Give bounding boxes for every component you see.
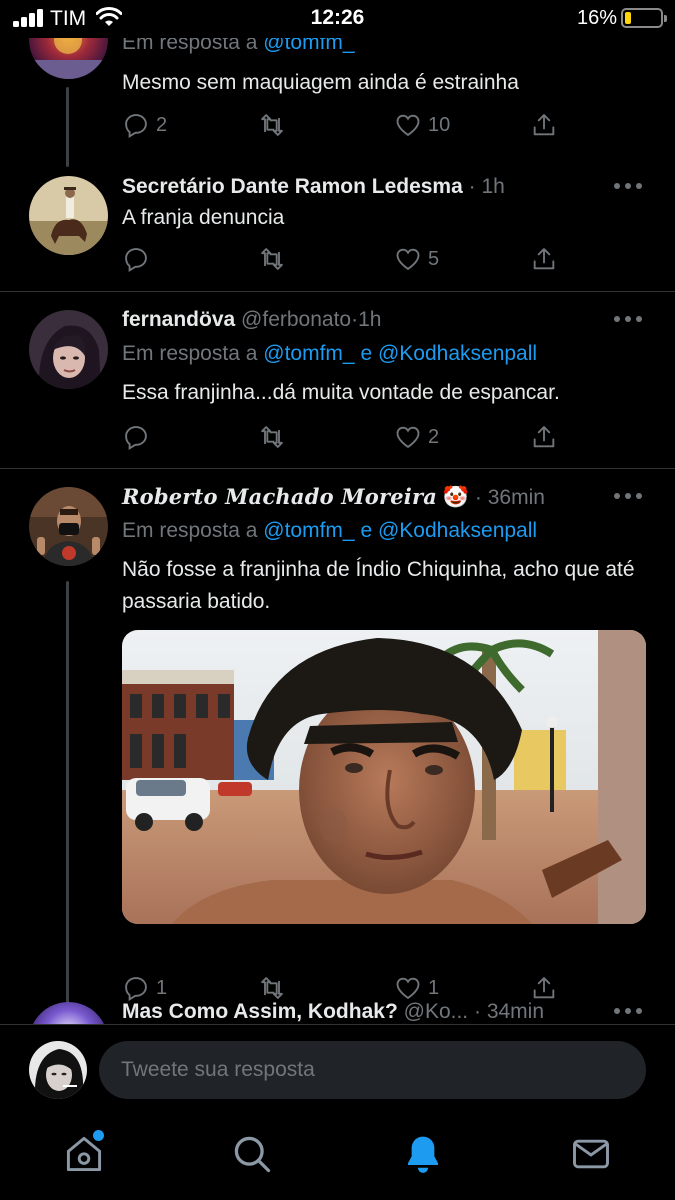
avatar[interactable] bbox=[29, 176, 108, 255]
thread-line bbox=[66, 581, 69, 1024]
new-tweets-indicator bbox=[93, 1130, 104, 1141]
notifications-icon bbox=[407, 1136, 439, 1173]
like-button[interactable]: 5 bbox=[394, 242, 439, 276]
display-name[interactable]: fernandöva bbox=[122, 308, 235, 331]
more-options-icon[interactable] bbox=[614, 493, 642, 501]
more-options-icon[interactable] bbox=[614, 316, 642, 324]
tweet[interactable]: Roberto Machado Moreira 🤡 · 36min Em res… bbox=[0, 469, 675, 1024]
mention-link[interactable]: @tomfm_ bbox=[263, 519, 354, 542]
like-count: 10 bbox=[428, 113, 451, 136]
avatar[interactable] bbox=[29, 487, 108, 566]
tweet[interactable]: Em resposta a @tomfm_ Mesmo sem maquiage… bbox=[0, 38, 675, 167]
retweet-icon bbox=[261, 248, 283, 270]
clown-emoji: 🤡 bbox=[442, 486, 470, 509]
more-options-icon[interactable] bbox=[614, 183, 642, 191]
like-count: 2 bbox=[428, 425, 440, 448]
reply-icon bbox=[125, 248, 147, 272]
reply-button[interactable] bbox=[122, 242, 156, 276]
share-icon bbox=[533, 248, 555, 270]
bottom-tab-bar bbox=[0, 1114, 675, 1200]
tweet-text: Não fosse a franjinha de Índio Chiquinha… bbox=[122, 558, 635, 613]
user-handle[interactable]: @ferbonato bbox=[241, 308, 351, 331]
tweet[interactable]: Mas Como Assim, Kodhak? @Ko... · 34min bbox=[0, 989, 675, 1024]
avatar[interactable] bbox=[29, 310, 108, 389]
share-icon bbox=[533, 114, 555, 136]
tweet-actions: 2 bbox=[122, 420, 572, 454]
tweet-text: A franja denuncia bbox=[122, 206, 285, 229]
reply-context: Em resposta a @tomfm_ e @Kodhaksenpall bbox=[122, 519, 538, 542]
reply-context: Em resposta a @tomfm_ bbox=[122, 38, 665, 58]
display-name[interactable]: Secretário Dante Ramon Ledesma bbox=[122, 175, 463, 198]
reply-button[interactable]: 2 bbox=[122, 108, 167, 142]
heart-icon bbox=[396, 426, 420, 449]
share-button[interactable] bbox=[530, 108, 558, 142]
battery-percentage: 16% bbox=[576, 7, 617, 29]
share-icon bbox=[533, 426, 555, 448]
tweet-header: Secretário Dante Ramon Ledesma · 1h bbox=[122, 175, 505, 198]
messages-icon bbox=[573, 1139, 609, 1169]
battery-icon bbox=[621, 8, 667, 28]
my-avatar[interactable] bbox=[29, 1041, 87, 1099]
tweet-text: Essa franjinha...dá muita vontade de esp… bbox=[122, 381, 560, 404]
tweet-header: fernandöva @ferbonato·1h bbox=[122, 308, 382, 331]
share-button[interactable] bbox=[530, 420, 558, 454]
mention-link[interactable]: @tomfm_ bbox=[263, 38, 354, 54]
tab-messages[interactable] bbox=[569, 1132, 613, 1176]
tweet-time: 1h bbox=[481, 175, 505, 198]
tab-notifications[interactable] bbox=[401, 1132, 445, 1176]
like-button[interactable]: 10 bbox=[394, 108, 450, 142]
more-options-icon[interactable] bbox=[614, 1008, 642, 1016]
tweet-header: Roberto Machado Moreira 🤡 · 36min bbox=[122, 484, 545, 509]
retweet-button[interactable] bbox=[258, 108, 292, 142]
tweet-media-photo[interactable] bbox=[122, 630, 646, 924]
tweet-header: Mas Como Assim, Kodhak? @Ko... · 34min bbox=[122, 1000, 545, 1023]
retweet-button[interactable] bbox=[258, 420, 292, 454]
reply-button[interactable] bbox=[122, 420, 156, 454]
display-name[interactable]: Mas Como Assim, Kodhak? bbox=[122, 1000, 398, 1023]
mention-link[interactable]: @Kodhaksenpall bbox=[378, 519, 537, 542]
share-button[interactable] bbox=[530, 242, 558, 276]
tweet-text: Mesmo sem maquiagem ainda é estrainha bbox=[122, 71, 519, 94]
mention-link[interactable]: @Kodhaksenpall bbox=[378, 342, 537, 365]
mention-link[interactable]: @tomfm_ bbox=[263, 342, 354, 365]
avatar[interactable] bbox=[29, 38, 108, 79]
tweet-actions: 5 bbox=[122, 242, 572, 276]
retweet-icon bbox=[261, 114, 283, 136]
like-count: 5 bbox=[428, 247, 440, 270]
tweet-actions: 2 10 bbox=[122, 108, 572, 142]
avatar[interactable] bbox=[29, 1002, 108, 1024]
like-button[interactable]: 2 bbox=[394, 420, 439, 454]
tweet-time: 34min bbox=[486, 1000, 545, 1023]
tweet-time: 36min bbox=[487, 486, 545, 509]
reply-input[interactable] bbox=[99, 1041, 646, 1099]
reply-icon bbox=[125, 426, 147, 450]
clock: 12:26 bbox=[310, 6, 365, 29]
heart-icon bbox=[396, 114, 420, 137]
tweet[interactable]: Secretário Dante Ramon Ledesma · 1h A fr… bbox=[0, 153, 675, 291]
retweet-button[interactable] bbox=[258, 242, 292, 276]
tab-search[interactable] bbox=[230, 1132, 274, 1176]
heart-icon bbox=[396, 248, 420, 271]
tweet-time: 1h bbox=[358, 308, 382, 331]
reply-count: 2 bbox=[156, 113, 168, 136]
reply-composer bbox=[0, 1024, 675, 1114]
reply-context: Em resposta a @tomfm_ e @Kodhaksenpall bbox=[122, 342, 538, 365]
display-name[interactable]: Roberto Machado Moreira bbox=[122, 484, 437, 509]
retweet-icon bbox=[261, 426, 283, 448]
user-handle[interactable]: @Ko... bbox=[404, 1000, 469, 1023]
reply-icon bbox=[125, 114, 147, 138]
search-icon bbox=[234, 1136, 271, 1173]
status-bar: TIM 12:26 16% bbox=[0, 0, 675, 38]
tweet[interactable]: fernandöva @ferbonato·1h Em resposta a @… bbox=[0, 292, 675, 468]
replies-feed[interactable]: Em resposta a @tomfm_ Mesmo sem maquiage… bbox=[0, 38, 675, 1024]
